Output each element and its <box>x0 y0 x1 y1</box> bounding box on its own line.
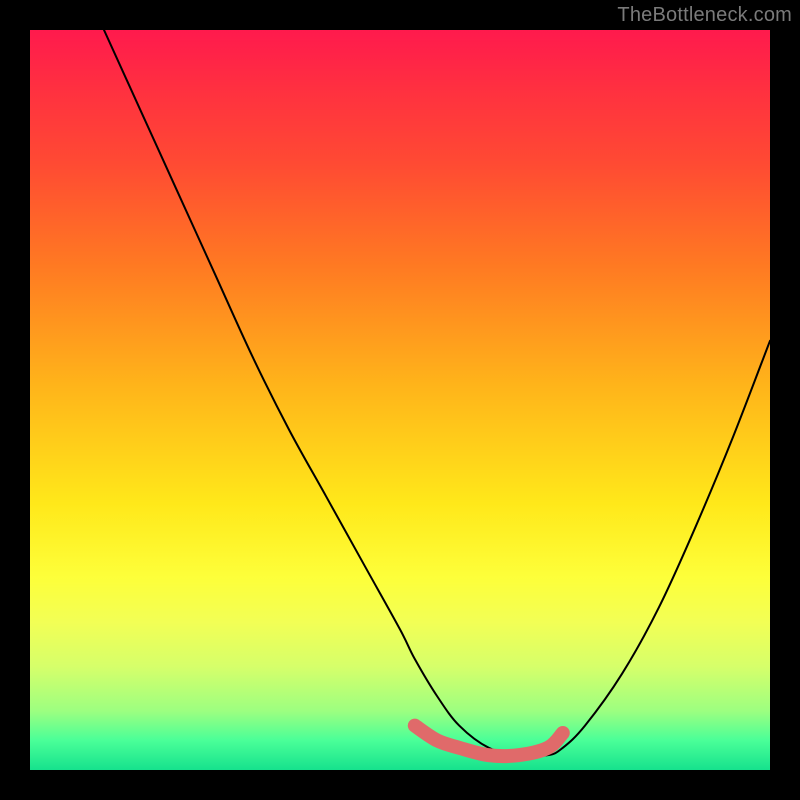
bottleneck-curve-black <box>104 30 770 756</box>
curve-layer <box>30 30 770 770</box>
bottleneck-highlight-pink <box>415 726 563 757</box>
chart-frame: TheBottleneck.com <box>0 0 800 800</box>
plot-area <box>30 30 770 770</box>
watermark-text: TheBottleneck.com <box>617 4 792 27</box>
